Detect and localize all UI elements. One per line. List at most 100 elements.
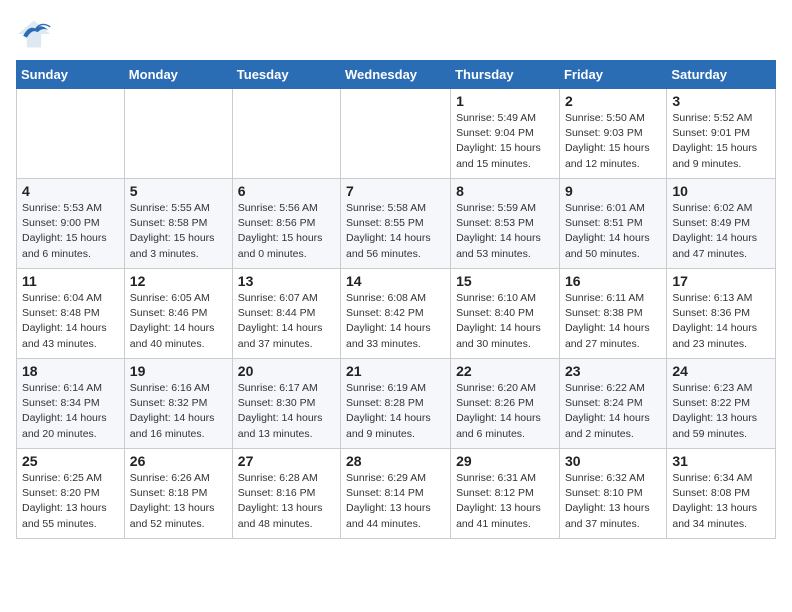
header-saturday: Saturday — [667, 61, 776, 89]
calendar-cell: 3 Sunrise: 5:52 AM Sunset: 9:01 PM Daylig… — [667, 89, 776, 179]
day-info: Sunrise: 6:22 AM Sunset: 8:24 PM Dayligh… — [565, 381, 661, 442]
calendar-cell: 4Sunrise: 5:53 AM Sunset: 9:00 PM Daylig… — [17, 179, 125, 269]
day-number: 13 — [238, 273, 335, 289]
day-number: 10 — [672, 183, 770, 199]
day-number: 3 — [672, 93, 770, 109]
day-number: 11 — [22, 273, 119, 289]
day-info: Sunrise: 5:49 AM Sunset: 9:04 PM Dayligh… — [456, 111, 554, 172]
day-number: 25 — [22, 453, 119, 469]
day-number: 1 — [456, 93, 554, 109]
day-info: Sunrise: 6:32 AM Sunset: 8:10 PM Dayligh… — [565, 471, 661, 532]
calendar-cell: 28 Sunrise: 6:29 AM Sunset: 8:14 PM Dayli… — [341, 449, 451, 539]
day-number: 9 — [565, 183, 661, 199]
calendar-week-row: 11 Sunrise: 6:04 AM Sunset: 8:48 PM Dayli… — [17, 269, 776, 359]
day-info: Sunrise: 6:07 AM Sunset: 8:44 PM Dayligh… — [238, 291, 335, 352]
day-number: 21 — [346, 363, 445, 379]
day-number: 2 — [565, 93, 661, 109]
day-info: Sunrise: 6:11 AM Sunset: 8:38 PM Dayligh… — [565, 291, 661, 352]
calendar-cell: 16 Sunrise: 6:11 AM Sunset: 8:38 PM Dayli… — [559, 269, 666, 359]
calendar-cell: 12 Sunrise: 6:05 AM Sunset: 8:46 PM Dayli… — [124, 269, 232, 359]
day-number: 7 — [346, 183, 445, 199]
calendar-cell — [17, 89, 125, 179]
header-monday: Monday — [124, 61, 232, 89]
calendar-week-row: 4Sunrise: 5:53 AM Sunset: 9:00 PM Daylig… — [17, 179, 776, 269]
day-info: Sunrise: 6:04 AM Sunset: 8:48 PM Dayligh… — [22, 291, 119, 352]
day-number: 26 — [130, 453, 227, 469]
day-info: Sunrise: 6:23 AM Sunset: 8:22 PM Dayligh… — [672, 381, 770, 442]
calendar-cell: 9 Sunrise: 6:01 AM Sunset: 8:51 PM Daylig… — [559, 179, 666, 269]
calendar-cell: 30 Sunrise: 6:32 AM Sunset: 8:10 PM Dayli… — [559, 449, 666, 539]
day-info: Sunrise: 6:31 AM Sunset: 8:12 PM Dayligh… — [456, 471, 554, 532]
header-friday: Friday — [559, 61, 666, 89]
calendar-cell: 14 Sunrise: 6:08 AM Sunset: 8:42 PM Dayli… — [341, 269, 451, 359]
day-number: 31 — [672, 453, 770, 469]
day-info: Sunrise: 6:08 AM Sunset: 8:42 PM Dayligh… — [346, 291, 445, 352]
day-number: 15 — [456, 273, 554, 289]
day-info: Sunrise: 5:59 AM Sunset: 8:53 PM Dayligh… — [456, 201, 554, 262]
header-tuesday: Tuesday — [232, 61, 340, 89]
day-info: Sunrise: 5:50 AM Sunset: 9:03 PM Dayligh… — [565, 111, 661, 172]
day-info: Sunrise: 5:52 AM Sunset: 9:01 PM Dayligh… — [672, 111, 770, 172]
calendar-cell: 19 Sunrise: 6:16 AM Sunset: 8:32 PM Dayli… — [124, 359, 232, 449]
calendar-cell: 8 Sunrise: 5:59 AM Sunset: 8:53 PM Daylig… — [451, 179, 560, 269]
calendar-cell: 25 Sunrise: 6:25 AM Sunset: 8:20 PM Dayli… — [17, 449, 125, 539]
day-info: Sunrise: 6:29 AM Sunset: 8:14 PM Dayligh… — [346, 471, 445, 532]
day-info: Sunrise: 6:26 AM Sunset: 8:18 PM Dayligh… — [130, 471, 227, 532]
calendar-cell — [341, 89, 451, 179]
day-number: 16 — [565, 273, 661, 289]
header-sunday: Sunday — [17, 61, 125, 89]
calendar-cell: 10 Sunrise: 6:02 AM Sunset: 8:49 PM Dayli… — [667, 179, 776, 269]
calendar-cell — [232, 89, 340, 179]
day-number: 29 — [456, 453, 554, 469]
day-number: 27 — [238, 453, 335, 469]
calendar-cell: 7 Sunrise: 5:58 AM Sunset: 8:55 PM Daylig… — [341, 179, 451, 269]
calendar-cell: 17 Sunrise: 6:13 AM Sunset: 8:36 PM Dayli… — [667, 269, 776, 359]
calendar-cell: 20Sunrise: 6:17 AM Sunset: 8:30 PM Dayli… — [232, 359, 340, 449]
calendar-cell: 27Sunrise: 6:28 AM Sunset: 8:16 PM Dayli… — [232, 449, 340, 539]
day-info: Sunrise: 6:05 AM Sunset: 8:46 PM Dayligh… — [130, 291, 227, 352]
calendar-cell: 26 Sunrise: 6:26 AM Sunset: 8:18 PM Dayli… — [124, 449, 232, 539]
day-info: Sunrise: 5:55 AM Sunset: 8:58 PM Dayligh… — [130, 201, 227, 262]
day-number: 12 — [130, 273, 227, 289]
calendar-week-row: 18 Sunrise: 6:14 AM Sunset: 8:34 PM Dayli… — [17, 359, 776, 449]
calendar-cell: 24 Sunrise: 6:23 AM Sunset: 8:22 PM Dayli… — [667, 359, 776, 449]
calendar-header-row: SundayMondayTuesdayWednesdayThursdayFrid… — [17, 61, 776, 89]
logo-icon — [16, 16, 52, 52]
page-header — [16, 16, 776, 52]
day-number: 22 — [456, 363, 554, 379]
day-number: 5 — [130, 183, 227, 199]
day-number: 28 — [346, 453, 445, 469]
day-info: Sunrise: 6:20 AM Sunset: 8:26 PM Dayligh… — [456, 381, 554, 442]
day-info: Sunrise: 5:58 AM Sunset: 8:55 PM Dayligh… — [346, 201, 445, 262]
day-info: Sunrise: 6:34 AM Sunset: 8:08 PM Dayligh… — [672, 471, 770, 532]
day-number: 30 — [565, 453, 661, 469]
calendar-cell — [124, 89, 232, 179]
day-number: 17 — [672, 273, 770, 289]
day-info: Sunrise: 5:53 AM Sunset: 9:00 PM Dayligh… — [22, 201, 119, 262]
day-info: Sunrise: 6:13 AM Sunset: 8:36 PM Dayligh… — [672, 291, 770, 352]
day-number: 14 — [346, 273, 445, 289]
day-info: Sunrise: 6:01 AM Sunset: 8:51 PM Dayligh… — [565, 201, 661, 262]
calendar-table: SundayMondayTuesdayWednesdayThursdayFrid… — [16, 60, 776, 539]
calendar-cell: 5 Sunrise: 5:55 AM Sunset: 8:58 PM Daylig… — [124, 179, 232, 269]
day-number: 19 — [130, 363, 227, 379]
header-wednesday: Wednesday — [341, 61, 451, 89]
day-info: Sunrise: 6:16 AM Sunset: 8:32 PM Dayligh… — [130, 381, 227, 442]
calendar-cell: 15Sunrise: 6:10 AM Sunset: 8:40 PM Dayli… — [451, 269, 560, 359]
day-number: 8 — [456, 183, 554, 199]
day-info: Sunrise: 6:14 AM Sunset: 8:34 PM Dayligh… — [22, 381, 119, 442]
calendar-cell: 18 Sunrise: 6:14 AM Sunset: 8:34 PM Dayli… — [17, 359, 125, 449]
day-number: 18 — [22, 363, 119, 379]
calendar-cell: 21 Sunrise: 6:19 AM Sunset: 8:28 PM Dayli… — [341, 359, 451, 449]
day-number: 23 — [565, 363, 661, 379]
day-info: Sunrise: 6:25 AM Sunset: 8:20 PM Dayligh… — [22, 471, 119, 532]
day-info: Sunrise: 5:56 AM Sunset: 8:56 PM Dayligh… — [238, 201, 335, 262]
day-number: 24 — [672, 363, 770, 379]
day-info: Sunrise: 6:02 AM Sunset: 8:49 PM Dayligh… — [672, 201, 770, 262]
calendar-cell: 23 Sunrise: 6:22 AM Sunset: 8:24 PM Dayli… — [559, 359, 666, 449]
calendar-cell: 6 Sunrise: 5:56 AM Sunset: 8:56 PM Daylig… — [232, 179, 340, 269]
day-info: Sunrise: 6:19 AM Sunset: 8:28 PM Dayligh… — [346, 381, 445, 442]
day-number: 6 — [238, 183, 335, 199]
day-number: 20 — [238, 363, 335, 379]
calendar-cell: 22 Sunrise: 6:20 AM Sunset: 8:26 PM Dayli… — [451, 359, 560, 449]
